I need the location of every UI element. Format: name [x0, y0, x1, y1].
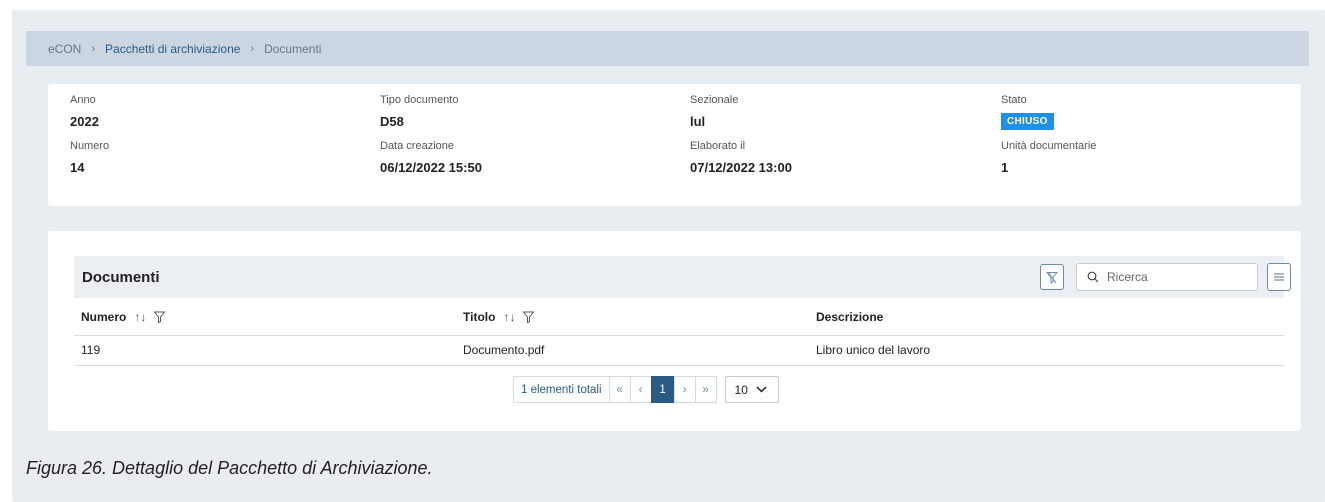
field-value: 06/12/2022 15:50 — [380, 160, 482, 175]
field-numero: Numero 14 — [70, 140, 109, 175]
breadcrumb-separator-icon: › — [250, 42, 255, 55]
column-header-numero[interactable]: Numero ↑↓ — [81, 299, 166, 335]
breadcrumb-current: Documenti — [264, 41, 322, 56]
field-label: Data creazione — [380, 140, 454, 152]
breadcrumb-root[interactable]: eCON — [48, 42, 81, 56]
rows-per-page-value: 10 — [734, 382, 748, 397]
prev-page-button[interactable]: ‹ — [629, 376, 652, 403]
field-label: Elaborato il — [690, 140, 746, 152]
field-data-creazione: Data creazione 06/12/2022 15:50 — [380, 140, 482, 175]
column-header-descrizione: Descrizione — [816, 299, 883, 335]
clear-filter-button[interactable] — [1040, 264, 1064, 290]
field-value: 07/12/2022 13:00 — [690, 160, 792, 175]
menu-icon — [1274, 273, 1284, 281]
field-sezionale: Sezionale lul — [690, 94, 738, 129]
search-field[interactable] — [1076, 263, 1258, 291]
column-label: Numero — [81, 310, 127, 324]
field-unita-documentarie: Unità documentarie 1 — [1001, 140, 1096, 175]
rows-per-page-select[interactable]: 10 — [724, 376, 779, 403]
filter-off-icon — [1046, 271, 1058, 284]
first-page-button[interactable]: « — [608, 376, 631, 403]
sort-icon[interactable]: ↑↓ — [134, 310, 146, 324]
field-label: Stato — [1001, 94, 1027, 106]
column-label: Descrizione — [816, 310, 884, 324]
cell-titolo: Documento.pdf — [463, 343, 545, 357]
page-button-current[interactable]: 1 — [650, 376, 675, 403]
status-badge: CHIUSO — [1001, 113, 1054, 130]
field-label: Anno — [70, 94, 96, 106]
next-page-button[interactable]: › — [673, 376, 696, 403]
field-tipo-documento: Tipo documento D58 — [380, 94, 458, 129]
figure-caption: Figura 26. Dettaglio del Pacchetto di Ar… — [26, 458, 433, 478]
cell-numero: 119 — [81, 343, 101, 357]
filter-icon[interactable] — [523, 311, 535, 323]
column-header-titolo[interactable]: Titolo ↑↓ — [463, 299, 535, 335]
field-label: Numero — [70, 140, 110, 152]
field-value: lul — [690, 114, 706, 129]
sort-icon[interactable]: ↑↓ — [503, 310, 515, 324]
column-menu-button[interactable] — [1267, 263, 1291, 291]
field-stato: Stato CHIUSO — [1001, 94, 1054, 130]
breadcrumb-separator-icon: › — [91, 42, 96, 55]
field-label: Unità documentarie — [1001, 140, 1097, 152]
field-anno: Anno 2022 — [70, 94, 99, 129]
search-icon — [1087, 271, 1099, 283]
field-value: 2022 — [70, 114, 99, 129]
field-value: 14 — [70, 160, 85, 175]
last-page-button[interactable]: » — [694, 376, 717, 403]
field-value: 1 — [1001, 160, 1009, 175]
chevron-down-icon — [756, 386, 767, 393]
field-value: D58 — [380, 114, 404, 129]
table-title: Documenti — [82, 268, 160, 286]
breadcrumb-pacchetti[interactable]: Pacchetti di archiviazione — [105, 42, 240, 56]
column-label: Titolo — [463, 310, 496, 324]
filter-icon[interactable] — [154, 311, 166, 323]
field-elaborato-il: Elaborato il 07/12/2022 13:00 — [690, 140, 792, 175]
pagination: 1 elementi totali « ‹ 1 › » 10 — [513, 376, 779, 403]
field-label: Tipo documento — [380, 94, 459, 106]
header-divider — [74, 335, 1284, 336]
search-input[interactable] — [1107, 270, 1247, 284]
row-divider — [74, 365, 1284, 366]
breadcrumb: eCON › Pacchetti di archiviazione › Docu… — [26, 31, 1309, 66]
total-count: 1 elementi totali — [513, 376, 610, 403]
documents-card: Documenti Numero ↑↓ — [48, 231, 1301, 431]
field-label: Sezionale — [690, 94, 739, 106]
cell-descrizione: Libro unico del lavoro — [816, 343, 931, 357]
package-info-card: Anno 2022 Tipo documento D58 Sezionale l… — [48, 84, 1301, 206]
table-toolbar: Documenti — [74, 256, 1291, 298]
